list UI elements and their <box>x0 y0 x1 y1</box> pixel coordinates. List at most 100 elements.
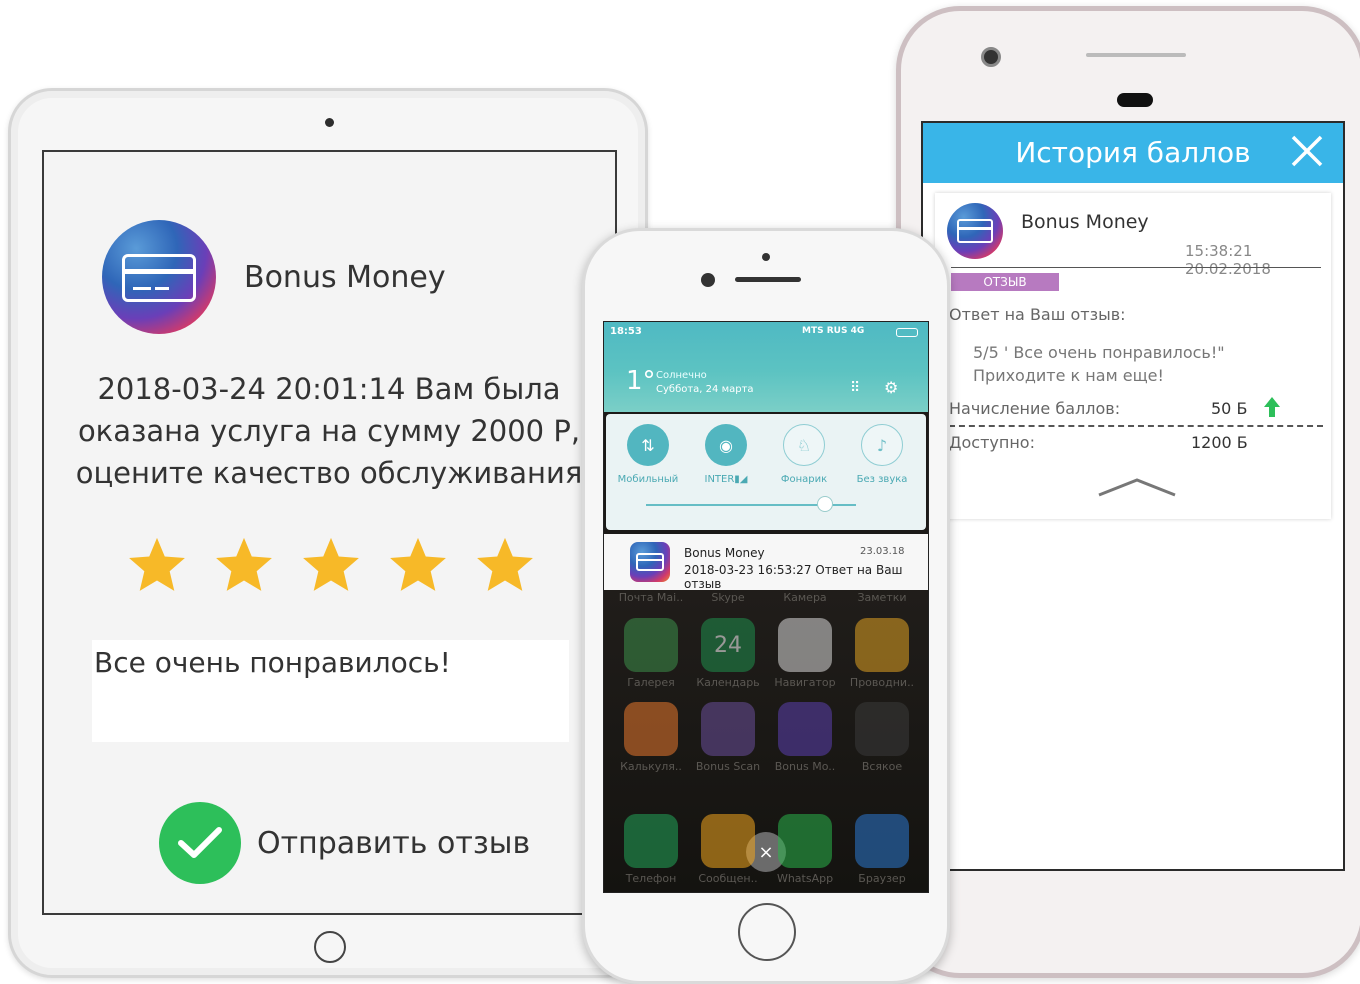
wifi-icon[interactable]: ◉ <box>705 424 747 466</box>
proximity-sensor <box>762 253 770 261</box>
tablet-home-button[interactable] <box>314 931 346 963</box>
app-label: WhatsApp <box>776 872 834 885</box>
app-brand-name: Bonus Money <box>244 260 446 295</box>
entry-timestamp: 15:38:21 20.02.2018 <box>1185 242 1271 278</box>
available-label: Доступно: <box>949 433 1035 452</box>
app-icon[interactable] <box>701 702 755 756</box>
star-icon[interactable] <box>474 534 536 596</box>
checkmark-icon <box>159 802 241 884</box>
app-icon[interactable] <box>701 814 755 868</box>
star-icon[interactable] <box>213 534 275 596</box>
iphone-screen: 18:53 MTS RUS 4G 1° Солнечно Суббота, 24… <box>603 321 929 893</box>
divider <box>951 267 1321 268</box>
earpiece-speaker <box>735 277 801 282</box>
brightness-knob[interactable] <box>816 496 833 512</box>
answer-label: Ответ на Ваш отзыв: <box>949 305 1126 324</box>
accrual-label: Начисление баллов: <box>949 399 1121 418</box>
battery-icon <box>896 328 918 337</box>
star-icon[interactable] <box>300 534 362 596</box>
data-arrows-icon[interactable]: ⇅ <box>627 424 669 466</box>
home-screen-dimmed: × Почта Mai.. Skype Камера Заметки Галерея 24… <box>604 590 928 892</box>
entry-type-badge: ОТЗЫВ <box>951 273 1059 291</box>
tablet-device: Bonus Money 2018-03-24 20:01:14 Вам была… <box>8 88 648 978</box>
tablet-camera <box>325 118 334 127</box>
app-icon[interactable] <box>855 618 909 672</box>
app-icon[interactable] <box>624 618 678 672</box>
iphone-device: 18:53 MTS RUS 4G 1° Солнечно Суббота, 24… <box>582 228 950 984</box>
carrier-label: MTS RUS 4G <box>802 326 865 336</box>
app-icon[interactable] <box>778 814 832 868</box>
answer-quote: 5/5 ' Все очень понравилось!" Приходите … <box>973 341 1225 387</box>
app-icon[interactable] <box>624 814 678 868</box>
bonus-money-logo-icon <box>102 220 216 334</box>
app-label: Всякое <box>861 760 903 773</box>
quick-setting-label: Фонарик <box>780 474 828 485</box>
apps-grid-icon[interactable]: ⠿ <box>850 380 860 396</box>
answer-quote-line1: 5/5 ' Все очень понравилось!" <box>973 343 1225 362</box>
available-value: 1200 Б <box>1191 433 1248 452</box>
app-label: Телефон <box>625 872 677 885</box>
notification-date: 23.03.18 <box>860 546 905 557</box>
app-icon[interactable]: 24 <box>701 618 755 672</box>
notification-shade-header: 18:53 MTS RUS 4G 1° Солнечно Суббота, 24… <box>604 322 928 412</box>
app-label: Галерея <box>627 676 675 689</box>
app-label: Bonus Scan <box>695 760 761 773</box>
app-label: Заметки <box>857 591 907 604</box>
quick-setting-label: INTER▮◢ <box>704 474 748 485</box>
entry-brand: Bonus Money <box>1021 211 1149 233</box>
temperature: 1° <box>626 366 656 396</box>
history-title: История баллов <box>1015 136 1251 169</box>
app-label: Камера <box>783 591 827 604</box>
front-camera <box>981 47 1001 67</box>
notification-card[interactable]: Bonus Money 23.03.18 2018-03-23 16:53:27… <box>604 534 928 591</box>
send-review-button[interactable]: Отправить отзыв <box>159 802 530 884</box>
gear-icon[interactable]: ⚙ <box>884 378 898 397</box>
star-icon[interactable] <box>387 534 449 596</box>
weather-label: Солнечно <box>656 370 707 381</box>
service-message: 2018-03-24 20:01:14 Вам была оказана усл… <box>75 372 583 490</box>
tablet-screen: Bonus Money 2018-03-24 20:01:14 Вам была… <box>42 150 617 915</box>
notification-title: Bonus Money <box>684 546 765 560</box>
quick-setting-label: Мобильный <box>617 474 679 485</box>
app-label: Калькуля.. <box>620 760 682 773</box>
app-icon[interactable] <box>855 814 909 868</box>
dashed-divider <box>949 425 1323 427</box>
app-label: Сообщен.. <box>698 872 758 885</box>
arrow-up-icon <box>1264 397 1280 417</box>
app-icon[interactable] <box>855 702 909 756</box>
app-icon[interactable] <box>624 702 678 756</box>
app-label: Браузер <box>858 872 906 885</box>
history-entry-card[interactable]: Bonus Money 15:38:21 20.02.2018 ОТЗЫВ От… <box>935 193 1331 519</box>
bell-off-icon[interactable]: ♪ <box>861 424 903 466</box>
history-header: История баллов <box>923 123 1343 183</box>
bonus-money-logo-icon <box>630 542 670 582</box>
chevron-up-icon[interactable] <box>1095 475 1179 499</box>
close-icon[interactable] <box>1289 133 1325 169</box>
review-textarea[interactable]: Все очень понравилось! <box>92 640 569 742</box>
iphone-home-button[interactable] <box>738 903 796 961</box>
date-label: Суббота, 24 марта <box>656 384 754 395</box>
app-label: Календарь <box>696 676 760 689</box>
quick-settings-panel: ⇅ Мобильный ◉ INTER▮◢ ♘ Фонарик ♪ Без звука <box>606 414 926 530</box>
app-label: Bonus Mo.. <box>774 760 836 773</box>
sensor-pill <box>1117 93 1153 107</box>
bonus-money-logo-icon <box>947 203 1003 259</box>
notification-body: 2018-03-23 16:53:27 Ответ на Ваш отзыв <box>684 563 903 591</box>
status-time: 18:53 <box>610 326 642 337</box>
history-screen: История баллов Bonus Money 15:38:21 20.0… <box>921 121 1345 871</box>
app-label: Skype <box>711 591 745 604</box>
flashlight-icon[interactable]: ♘ <box>783 424 825 466</box>
star-icon[interactable] <box>126 534 188 596</box>
app-label: Проводни.. <box>849 676 915 689</box>
app-label: Навигатор <box>774 676 836 689</box>
send-review-label: Отправить отзыв <box>257 825 531 861</box>
answer-quote-line2: Приходите к нам еще! <box>973 366 1164 385</box>
speaker-grille <box>1086 53 1186 57</box>
front-camera <box>701 273 715 287</box>
accrual-value: 50 Б <box>1211 399 1248 418</box>
quick-setting-label: Без звука <box>856 474 908 485</box>
app-icon[interactable] <box>778 618 832 672</box>
app-icon[interactable] <box>778 702 832 756</box>
star-rating[interactable] <box>126 534 536 602</box>
app-label: Почта Mai.. <box>618 591 684 604</box>
